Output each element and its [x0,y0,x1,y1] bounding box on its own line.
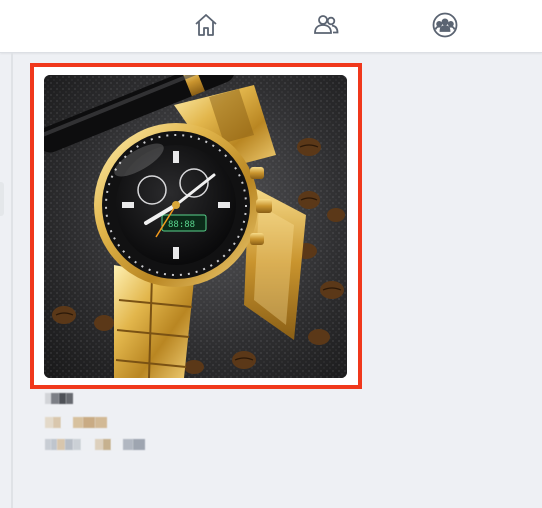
svg-text:88:88: 88:88 [168,220,195,230]
product-price-redacted [45,417,107,428]
product-photo-highlight[interactable]: 88:88 [30,63,362,389]
side-handle[interactable] [0,182,4,216]
groups-icon[interactable] [430,10,460,40]
top-navigation-bar [0,0,542,53]
feed-divider [11,53,13,508]
home-icon[interactable] [191,10,221,40]
friends-icon[interactable] [311,10,341,40]
product-meta-redacted [45,439,145,450]
gold-chronograph-watch-photo[interactable]: 88:88 [44,75,347,378]
product-title-redacted [45,393,73,404]
